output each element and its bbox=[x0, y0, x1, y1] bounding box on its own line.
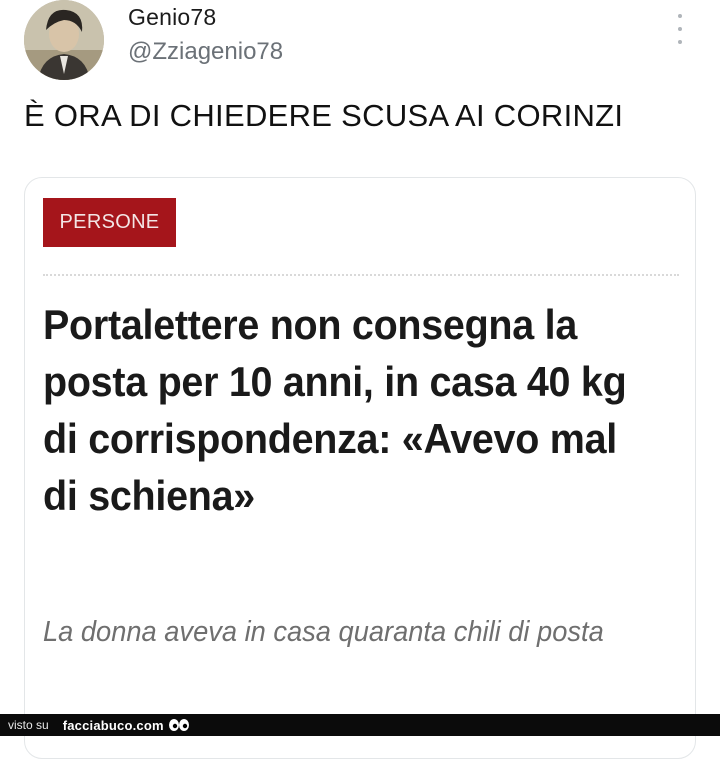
article-headline[interactable]: Portalettere non consegna la posta per 1… bbox=[43, 296, 645, 524]
divider bbox=[43, 274, 679, 276]
display-name[interactable]: Genio78 bbox=[128, 4, 216, 31]
article-card[interactable]: PERSONE Portalettere non consegna la pos… bbox=[24, 177, 696, 759]
user-avatar-photo bbox=[24, 0, 104, 80]
watermark-prefix: visto su bbox=[8, 718, 49, 732]
more-dot bbox=[678, 40, 682, 44]
category-badge[interactable]: PERSONE bbox=[43, 198, 176, 247]
article-summary: La donna aveva in casa quaranta chili di… bbox=[43, 616, 604, 648]
tweet-text: È ORA DI CHIEDERE SCUSA AI CORINZI bbox=[24, 98, 624, 133]
eyes-icon bbox=[168, 718, 190, 732]
user-handle[interactable]: @Zziagenio78 bbox=[128, 38, 283, 66]
more-dot bbox=[678, 14, 682, 18]
more-dot bbox=[678, 27, 682, 31]
watermark-site[interactable]: facciabuco.com bbox=[63, 718, 164, 733]
watermark-bar: visto su facciabuco.com bbox=[0, 714, 720, 736]
avatar[interactable] bbox=[24, 0, 104, 80]
vertical-ellipsis-icon[interactable] bbox=[668, 14, 692, 44]
